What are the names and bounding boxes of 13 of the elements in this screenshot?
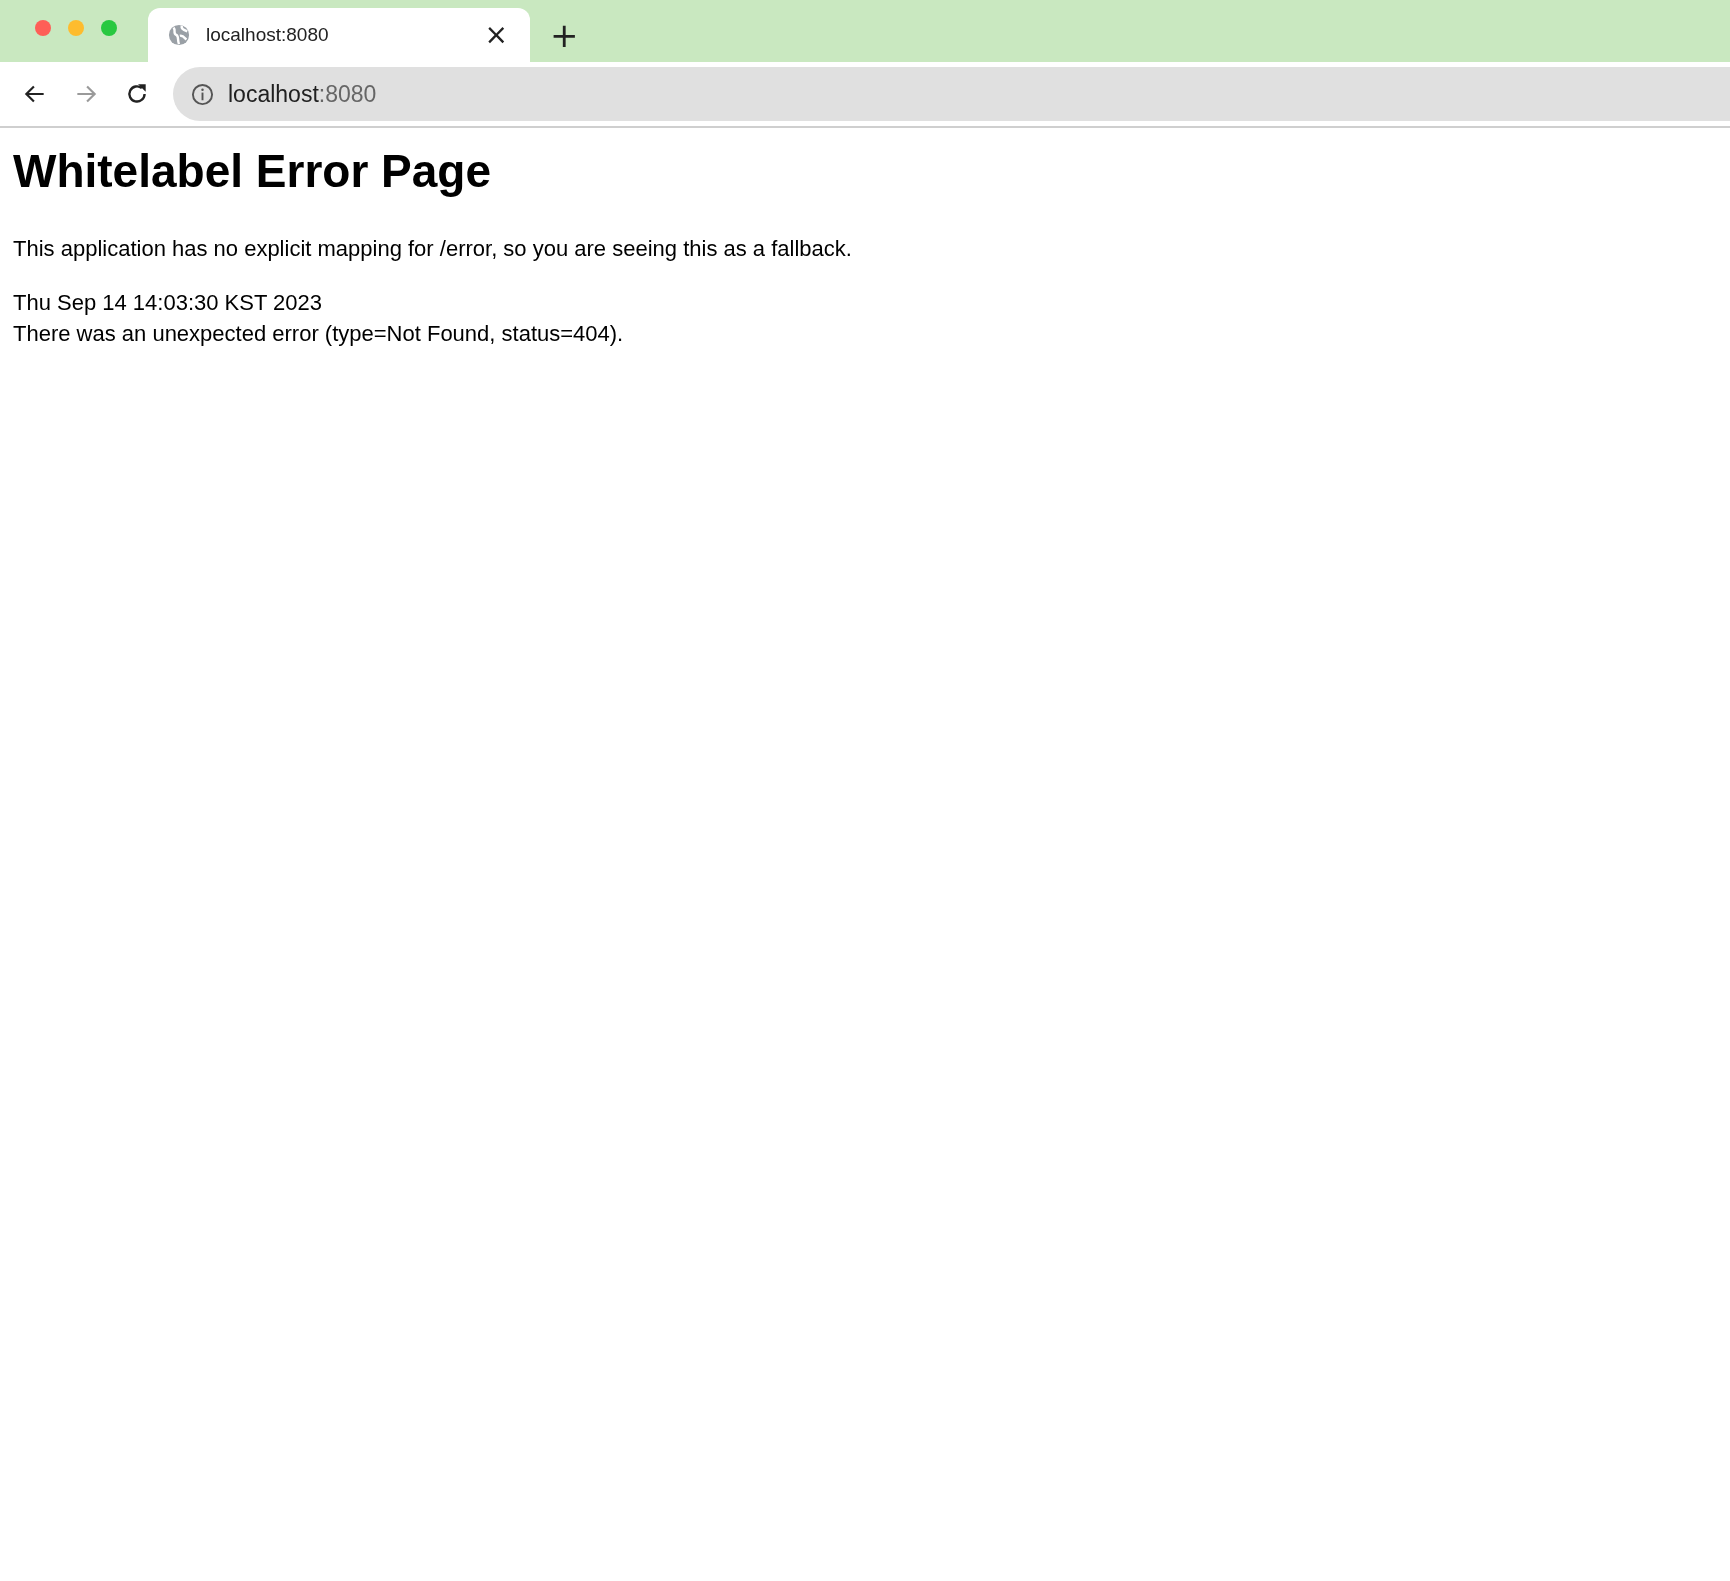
error-detail: Thu Sep 14 14:03:30 KST 2023 <box>13 288 323 317</box>
new-tab-button[interactable]: + <box>544 18 585 52</box>
maximize-window-button[interactable] <box>101 20 117 36</box>
error-detail: There was an unexpected error (type=Not Found, status=404). <box>13 319 624 348</box>
error-description: This application has no explicit mapping for /error, so you are seeing this as a fallback. <box>13 234 853 263</box>
url-text: localhost:8080 <box>228 80 377 108</box>
address-bar[interactable]: localhost:8080 <box>173 67 1730 121</box>
globe-icon <box>168 24 190 46</box>
info-icon[interactable] <box>191 82 214 106</box>
browser-tab[interactable]: localhost:8080 × <box>148 8 530 62</box>
close-tab-button[interactable]: × <box>480 21 512 49</box>
page-heading: Whitelabel Error Page <box>13 144 492 199</box>
close-window-button[interactable] <box>35 20 51 36</box>
